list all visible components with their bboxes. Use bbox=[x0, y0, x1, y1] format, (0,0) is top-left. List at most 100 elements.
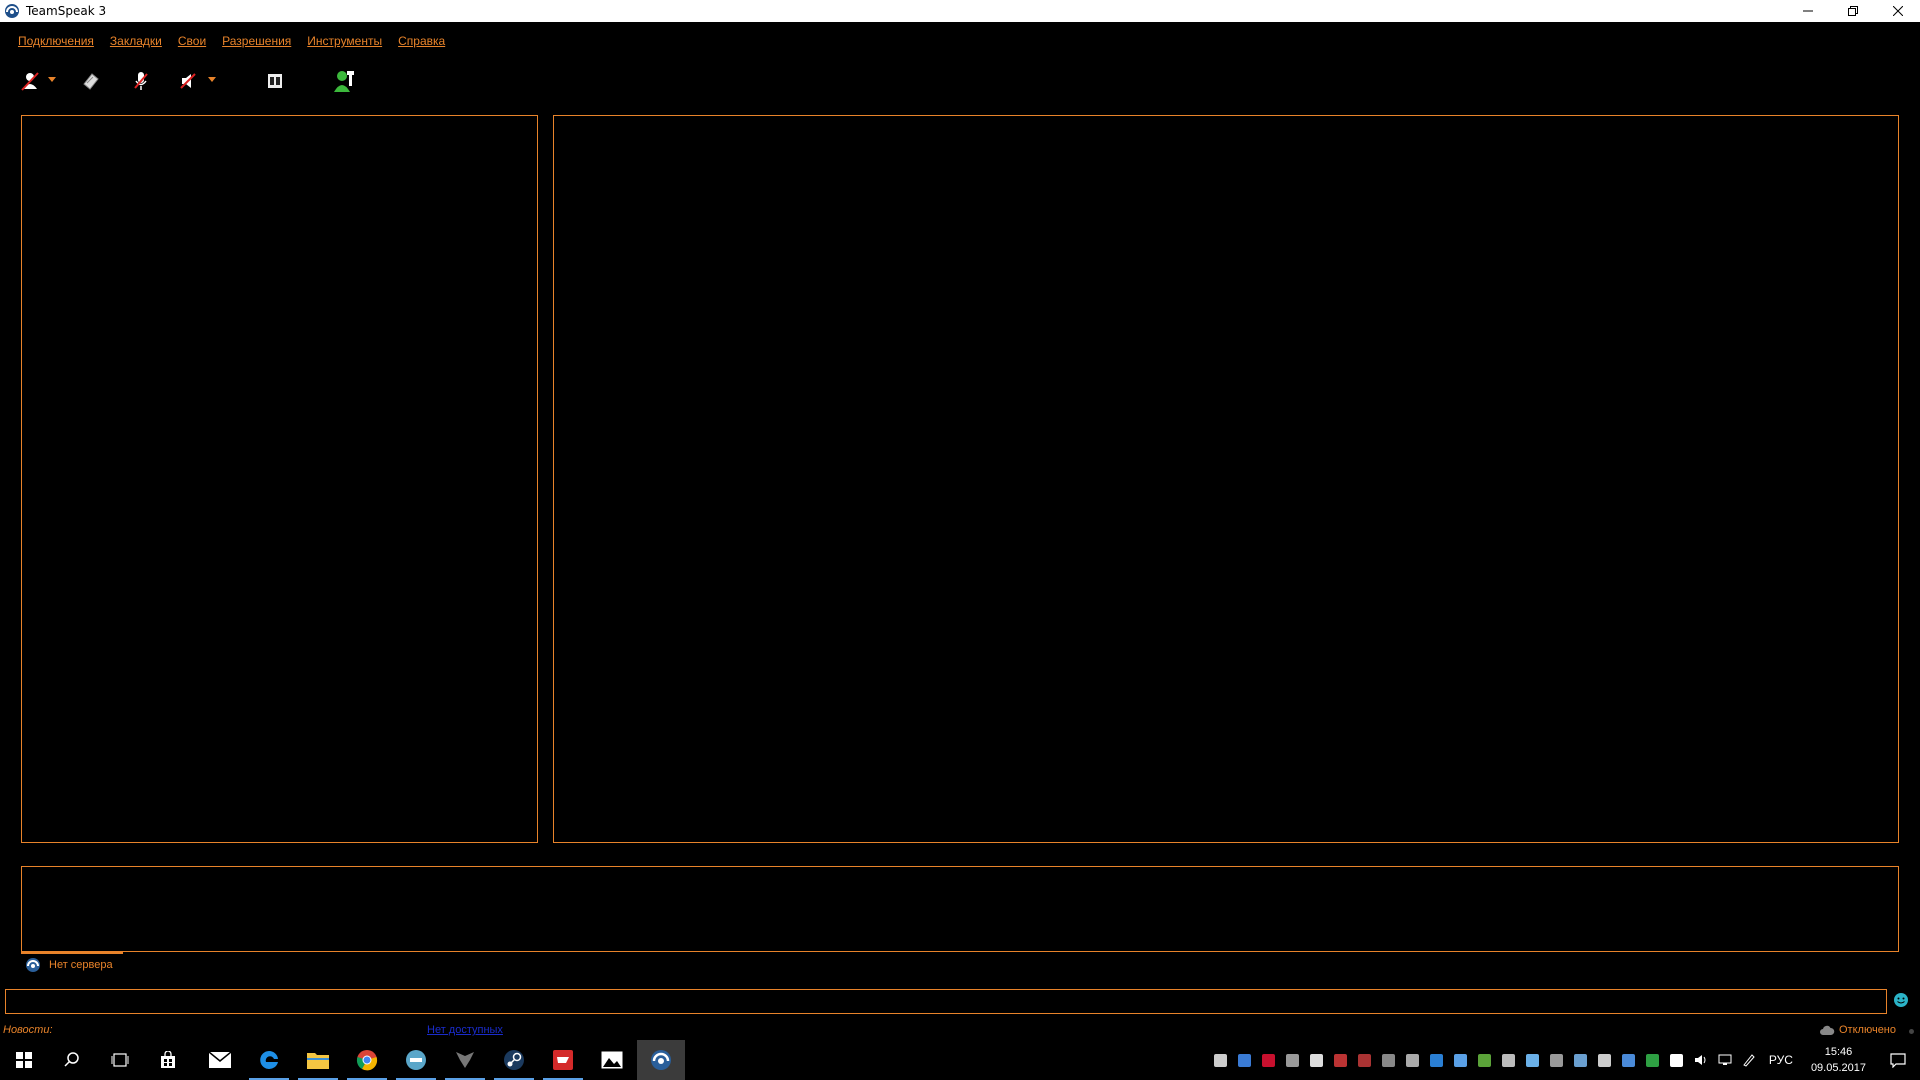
menu-bookmarks[interactable]: Закладки bbox=[102, 34, 170, 48]
menu-help[interactable]: Справка bbox=[390, 34, 453, 48]
defender-tray-icon[interactable] bbox=[1665, 1040, 1689, 1080]
close-icon bbox=[1892, 6, 1903, 16]
clock-time: 15:46 bbox=[1824, 1046, 1853, 1058]
subscribe-icon bbox=[334, 71, 354, 92]
network-icon[interactable] bbox=[1713, 1040, 1737, 1080]
status-indicator bbox=[1909, 1029, 1914, 1034]
volume-icon[interactable] bbox=[1689, 1040, 1713, 1080]
teamspeak-taskbar-button[interactable] bbox=[637, 1040, 685, 1080]
tray-icon-15[interactable] bbox=[1545, 1040, 1569, 1080]
connect-button[interactable] bbox=[16, 66, 46, 96]
chrome-icon bbox=[356, 1050, 378, 1071]
restore-button[interactable] bbox=[1830, 0, 1875, 22]
tray-icon-18[interactable] bbox=[1617, 1040, 1641, 1080]
tray-icon-19[interactable] bbox=[1641, 1040, 1665, 1080]
status-bar: Новости: Нет доступных Отключено bbox=[0, 1020, 1920, 1040]
title-bar: TeamSpeak 3 bbox=[0, 0, 1920, 22]
tray-icon-16[interactable] bbox=[1569, 1040, 1593, 1080]
chat-tab-server[interactable]: Нет сервера bbox=[21, 952, 123, 976]
mute-speakers-button[interactable] bbox=[174, 66, 204, 96]
chat-log-panel[interactable] bbox=[21, 866, 1899, 952]
minimize-button[interactable] bbox=[1785, 0, 1830, 22]
tray-icon-1[interactable] bbox=[1209, 1040, 1233, 1080]
tray-icon-4[interactable] bbox=[1281, 1040, 1305, 1080]
mute-speakers-icon bbox=[180, 73, 196, 89]
action-center-button[interactable] bbox=[1876, 1040, 1920, 1080]
tray-icon-9[interactable] bbox=[1401, 1040, 1425, 1080]
tray-icon-14[interactable] bbox=[1521, 1040, 1545, 1080]
tray-icon-7[interactable] bbox=[1353, 1040, 1377, 1080]
app-button-game[interactable] bbox=[441, 1040, 489, 1080]
tray-icon-6[interactable] bbox=[1329, 1040, 1353, 1080]
wings-game-icon bbox=[456, 1052, 474, 1068]
menu-permissions[interactable]: Разрешения bbox=[214, 34, 299, 48]
language-indicator[interactable]: РУС bbox=[1761, 1053, 1801, 1067]
tray-icon-5[interactable] bbox=[1305, 1040, 1329, 1080]
clock[interactable]: 15:46 09.05.2017 bbox=[1801, 1044, 1876, 1076]
speakers-dropdown-arrow[interactable] bbox=[208, 77, 216, 82]
mail-button[interactable] bbox=[196, 1040, 244, 1080]
taskbar: РУС 15:46 09.05.2017 bbox=[0, 1040, 1920, 1080]
close-button[interactable] bbox=[1875, 0, 1920, 22]
connection-status: Отключено bbox=[1819, 1024, 1896, 1036]
smiley-icon bbox=[1894, 993, 1908, 1007]
subscribe-button[interactable] bbox=[330, 66, 360, 96]
menu-connections[interactable]: Подключения bbox=[10, 34, 102, 48]
tray-icon-17[interactable] bbox=[1593, 1040, 1617, 1080]
task-view-button[interactable] bbox=[96, 1040, 144, 1080]
menu-tools[interactable]: Инструменты bbox=[299, 34, 390, 48]
chrome-button[interactable] bbox=[343, 1040, 391, 1080]
file-explorer-button[interactable] bbox=[294, 1040, 342, 1080]
emoticon-button[interactable] bbox=[1892, 991, 1910, 1009]
tray-icon-2[interactable] bbox=[1233, 1040, 1257, 1080]
tray-icon-3[interactable] bbox=[1257, 1040, 1281, 1080]
sbs-app-icon bbox=[406, 1050, 426, 1070]
menu-bar: Подключения Закладки Свои Разрешения Инс… bbox=[10, 34, 453, 48]
photos-icon bbox=[601, 1051, 623, 1069]
folder-icon bbox=[307, 1053, 329, 1069]
tray-icon-12[interactable] bbox=[1473, 1040, 1497, 1080]
teamspeak-logo-icon bbox=[5, 4, 19, 18]
chat-tab-label: Нет сервера bbox=[49, 959, 113, 971]
pen-icon[interactable] bbox=[1737, 1040, 1761, 1080]
start-button[interactable] bbox=[0, 1040, 48, 1080]
app-button-red[interactable] bbox=[539, 1040, 587, 1080]
disconnect-icon bbox=[83, 73, 99, 90]
store-button[interactable] bbox=[144, 1040, 192, 1080]
windows-logo-icon bbox=[16, 1052, 32, 1068]
info-panel[interactable] bbox=[553, 115, 1899, 843]
teamspeak-tab-icon bbox=[26, 958, 40, 972]
task-view-icon bbox=[111, 1053, 129, 1067]
red-app-icon bbox=[553, 1050, 573, 1070]
window-title: TeamSpeak 3 bbox=[26, 4, 107, 18]
minimize-icon bbox=[1802, 10, 1813, 12]
news-label: Новости: bbox=[3, 1024, 53, 1036]
store-icon bbox=[161, 1051, 175, 1068]
server-tree-panel[interactable] bbox=[21, 115, 538, 843]
tray-icon-13[interactable] bbox=[1497, 1040, 1521, 1080]
steam-icon bbox=[504, 1050, 524, 1070]
app-button-sbs[interactable] bbox=[392, 1040, 440, 1080]
tray-icon-8[interactable] bbox=[1377, 1040, 1401, 1080]
away-button[interactable] bbox=[260, 66, 290, 96]
edge-button[interactable] bbox=[245, 1040, 293, 1080]
teamspeak-taskbar-icon bbox=[651, 1050, 671, 1070]
steam-button[interactable] bbox=[490, 1040, 538, 1080]
away-icon bbox=[268, 74, 282, 88]
connect-dropdown-arrow[interactable] bbox=[48, 77, 56, 82]
mute-microphone-icon bbox=[134, 72, 148, 90]
clock-date: 09.05.2017 bbox=[1810, 1062, 1866, 1074]
chat-input[interactable] bbox=[5, 989, 1887, 1014]
search-button[interactable] bbox=[48, 1040, 96, 1080]
tray-icon-10[interactable] bbox=[1425, 1040, 1449, 1080]
edge-browser-icon bbox=[260, 1050, 278, 1069]
tray-icon-11[interactable] bbox=[1449, 1040, 1473, 1080]
disconnect-button[interactable] bbox=[76, 66, 106, 96]
mute-microphone-button[interactable] bbox=[126, 66, 156, 96]
photos-button[interactable] bbox=[588, 1040, 636, 1080]
menu-self[interactable]: Свои bbox=[170, 34, 214, 48]
window-controls bbox=[1785, 0, 1920, 22]
search-icon bbox=[64, 1052, 79, 1067]
connection-status-text: Отключено bbox=[1839, 1024, 1896, 1036]
update-link[interactable]: Нет доступных bbox=[427, 1024, 503, 1036]
